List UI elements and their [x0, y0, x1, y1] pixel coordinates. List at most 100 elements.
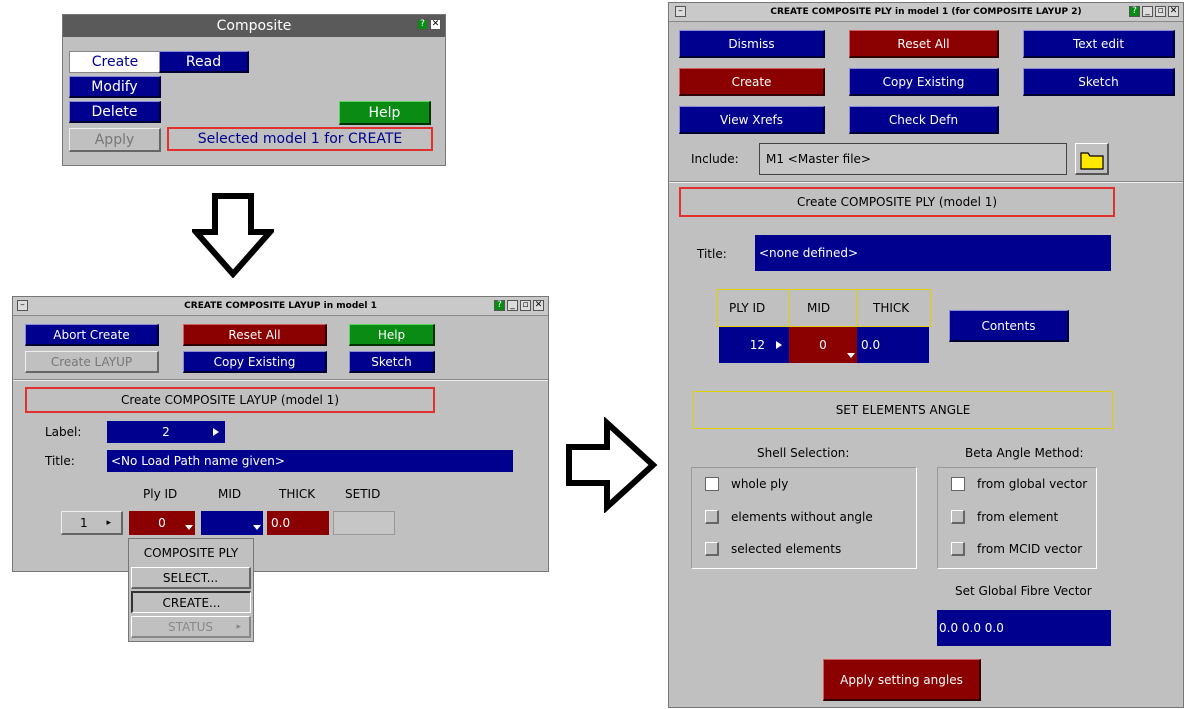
whole-ply-label: whole ply [731, 477, 789, 491]
thick-field[interactable]: 0.0 [857, 327, 929, 363]
mcid-vector-label: from MCID vector [977, 542, 1083, 556]
layup-title: CREATE COMPOSITE LAYUP in model 1 [184, 301, 377, 311]
fibre-vector-value: 0.0 0.0 0.0 [939, 621, 1004, 635]
dismiss-button[interactable]: Dismiss [679, 30, 825, 58]
composite-status-text: Selected model 1 for CREATE [197, 131, 403, 147]
text-edit-button[interactable]: Text edit [1023, 30, 1175, 58]
ply-create-button[interactable]: Create [679, 68, 825, 96]
ply-heading-text: Create COMPOSITE PLY (model 1) [796, 195, 998, 209]
minimize-icon[interactable]: _ [1142, 6, 1153, 17]
mcid-vector-checkbox[interactable] [951, 542, 965, 556]
popup-header: COMPOSITE PLY [143, 546, 239, 560]
fibre-vector-label: Set Global Fibre Vector [955, 584, 1092, 598]
thick-value: 0.0 [271, 516, 291, 530]
composite-title: Composite [216, 18, 292, 34]
apply-setting-angles-button[interactable]: Apply setting angles [823, 659, 981, 701]
ply-copy-existing-button[interactable]: Copy Existing [849, 68, 999, 96]
composite-window-controls: ? ✕ [417, 19, 441, 30]
col-ply-id: Ply ID [143, 487, 178, 501]
layup-titlebar: CREATE COMPOSITE LAYUP in model 1 [13, 297, 548, 316]
composite-panel: Composite ? ✕ Create Read Modify Delete … [62, 14, 446, 166]
from-element-checkbox[interactable] [951, 510, 965, 524]
layup-window-controls: ? _ ▫ ✕ [494, 300, 544, 311]
check-defn-button[interactable]: Check Defn [849, 106, 999, 134]
composite-status: Selected model 1 for CREATE [167, 127, 433, 151]
folder-button[interactable] [1075, 143, 1109, 175]
whole-ply-checkbox[interactable] [705, 477, 719, 491]
ply-id-value: 0 [158, 516, 166, 530]
elements-without-angle-checkbox[interactable] [705, 510, 719, 524]
ply-sketch-button[interactable]: Sketch [1023, 68, 1175, 96]
view-xrefs-button[interactable]: View Xrefs [679, 106, 825, 134]
layup-title-value: <No Load Path name given> [111, 454, 285, 468]
close-icon[interactable]: ✕ [430, 19, 441, 30]
maximize-icon[interactable]: ▫ [1155, 6, 1166, 17]
include-label: Include: [691, 152, 739, 166]
ply-reset-all-button[interactable]: Reset All [849, 30, 999, 58]
popup-select[interactable]: SELECT... [131, 567, 251, 589]
maximize-icon[interactable]: ▫ [520, 300, 531, 311]
help-icon[interactable]: ? [1129, 6, 1140, 17]
popup-status-text: STATUS [167, 619, 214, 634]
read-button[interactable]: Read [159, 51, 249, 73]
ply-id-arrow-icon [776, 341, 782, 349]
close-icon[interactable]: ✕ [533, 300, 544, 311]
popup-status[interactable]: STATUS ▸ [131, 616, 251, 638]
layup-title-label: Title: [45, 454, 75, 468]
fibre-vector-field[interactable]: 0.0 0.0 0.0 [937, 610, 1111, 646]
ply-id-value: 12 [749, 338, 765, 352]
ply-id-dropdown-icon [185, 525, 193, 530]
down-arrow-icon [192, 193, 274, 278]
row-index: 1 [80, 515, 88, 530]
ply-title-field[interactable]: <none defined> [755, 235, 1111, 271]
layup-heading-text: Create COMPOSITE LAYUP (model 1) [120, 393, 339, 407]
contents-button[interactable]: Contents [949, 310, 1069, 342]
create-layup-button[interactable]: Create LAYUP [25, 351, 159, 373]
col-mid: MID [218, 487, 242, 501]
popup-menu: COMPOSITE PLY SELECT... CREATE... STATUS… [128, 538, 254, 642]
ply-id-field[interactable]: 0 [129, 511, 195, 535]
modify-button[interactable]: Modify [69, 76, 161, 98]
divider [13, 379, 548, 381]
apply-button[interactable]: Apply [69, 128, 161, 152]
layup-title-field[interactable]: <No Load Path name given> [107, 450, 513, 472]
set-angle-heading: SET ELEMENTS ANGLE [693, 391, 1113, 429]
global-vector-label: from global vector [977, 477, 1088, 491]
from-element-label: from element [977, 510, 1059, 524]
composite-titlebar: Composite [63, 15, 445, 37]
col-divider [857, 289, 858, 327]
selected-elements-label: selected elements [731, 542, 842, 556]
label-field[interactable]: 2 [107, 421, 225, 443]
ply-panel: CREATE COMPOSITE PLY in model 1 (for COM… [668, 2, 1184, 708]
mid-field[interactable] [201, 511, 263, 535]
layup-reset-all-button[interactable]: Reset All [183, 324, 327, 346]
include-field[interactable]: M1 <Master file> [759, 143, 1067, 175]
submenu-arrow-icon: ▸ [236, 621, 241, 632]
global-vector-checkbox[interactable] [951, 477, 965, 491]
selected-elements-checkbox[interactable] [705, 542, 719, 556]
popup-create[interactable]: CREATE... [131, 591, 251, 613]
help-icon[interactable]: ? [417, 19, 428, 30]
col-thick: THICK [279, 487, 316, 501]
help-button[interactable]: Help [339, 101, 431, 125]
layup-sketch-button[interactable]: Sketch [349, 351, 435, 373]
label-arrow-icon [213, 428, 219, 436]
minimize-icon[interactable]: _ [507, 300, 518, 311]
help-icon[interactable]: ? [494, 300, 505, 311]
thick-value: 0.0 [861, 338, 881, 352]
close-icon[interactable]: ✕ [1168, 6, 1179, 17]
row-index-button[interactable]: 1 ▸ [61, 511, 123, 535]
divider [669, 181, 1183, 183]
setid-field[interactable] [333, 511, 395, 535]
minus-icon[interactable]: – [17, 300, 28, 311]
layup-copy-existing-button[interactable]: Copy Existing [183, 351, 327, 373]
set-angle-text: SET ELEMENTS ANGLE [835, 403, 971, 417]
beta-method-label: Beta Angle Method: [965, 446, 1084, 460]
delete-button[interactable]: Delete [69, 101, 161, 123]
create-button[interactable]: Create [69, 51, 161, 73]
thick-field[interactable]: 0.0 [267, 511, 329, 535]
layup-help-button[interactable]: Help [349, 324, 435, 346]
col-mid: MID [807, 301, 831, 315]
minus-icon[interactable]: – [675, 6, 686, 17]
abort-create-button[interactable]: Abort Create [25, 324, 159, 346]
